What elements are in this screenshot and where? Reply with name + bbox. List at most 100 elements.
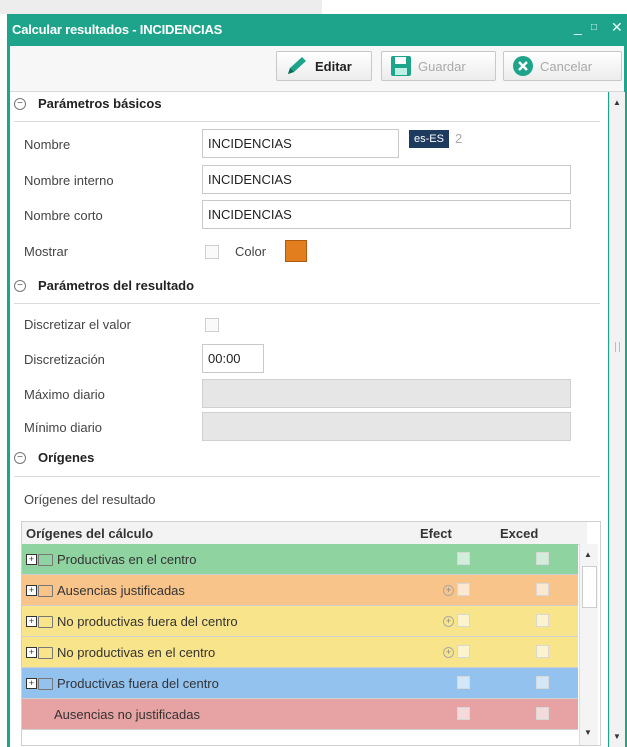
exced-checkbox[interactable] — [536, 583, 549, 596]
expand-icon[interactable]: + — [26, 554, 37, 565]
nombre-label: Nombre — [24, 137, 71, 152]
language-badge[interactable]: es-ES — [409, 130, 449, 148]
collapse-icon[interactable]: − — [14, 451, 26, 464]
color-picker[interactable] — [285, 240, 307, 262]
row-label: No productivas en el centro — [57, 645, 216, 660]
discretizar-checkbox[interactable] — [205, 318, 219, 332]
close-icon[interactable]: ✕ — [611, 19, 623, 36]
grid-header: Orígenes del cálculo Efect Exced — [22, 522, 587, 545]
scroll-down-icon[interactable]: ▼ — [613, 732, 621, 741]
section-origins[interactable]: − Orígenes — [14, 450, 94, 465]
maximize-icon[interactable]: □ — [591, 22, 597, 33]
save-button[interactable]: Guardar — [381, 51, 496, 81]
table-row[interactable]: Ausencias no justificadas — [22, 699, 578, 730]
exced-checkbox[interactable] — [536, 676, 549, 689]
efect-checkbox[interactable] — [457, 583, 470, 596]
exced-checkbox[interactable] — [536, 552, 549, 565]
nombre-corto-input[interactable]: INCIDENCIAS — [202, 200, 571, 229]
scroll-thumb[interactable] — [582, 566, 597, 608]
efect-checkbox[interactable] — [457, 552, 470, 565]
efect-checkbox[interactable] — [457, 614, 470, 627]
folder-icon — [38, 647, 53, 659]
table-row[interactable]: + No productivas fuera del centro + — [22, 606, 578, 637]
section-basic[interactable]: − Parámetros básicos — [14, 96, 162, 111]
scroll-down-icon[interactable]: ▼ — [584, 728, 592, 737]
edit-label: Editar — [315, 58, 352, 74]
add-icon[interactable]: + — [443, 647, 454, 658]
exced-checkbox[interactable] — [536, 707, 549, 720]
color-label: Color — [235, 244, 267, 259]
nombre-interno-input[interactable]: INCIDENCIAS — [202, 165, 571, 194]
section-origins-title: Orígenes — [38, 450, 95, 465]
nombre-corto-label: Nombre corto — [24, 208, 103, 223]
expand-icon[interactable]: + — [26, 678, 37, 689]
background-strip — [0, 0, 322, 14]
origins-subtitle: Orígenes del resultado — [24, 492, 156, 507]
discretizacion-input[interactable]: 00:00 — [202, 344, 264, 373]
divider — [14, 476, 600, 477]
exced-checkbox[interactable] — [536, 645, 549, 658]
efect-checkbox[interactable] — [457, 645, 470, 658]
cancel-button[interactable]: Cancelar — [503, 51, 622, 81]
discretizacion-label: Discretización — [24, 352, 105, 367]
mostrar-checkbox[interactable] — [205, 245, 219, 259]
expand-icon[interactable]: + — [26, 616, 37, 627]
row-label: Productivas fuera del centro — [57, 676, 219, 691]
section-result[interactable]: − Parámetros del resultado — [14, 278, 194, 293]
expand-icon[interactable]: + — [26, 647, 37, 658]
column-header-efect[interactable]: Efect — [420, 526, 452, 541]
folder-icon — [38, 585, 53, 597]
table-row[interactable]: + Ausencias justificadas + — [22, 575, 578, 606]
minimo-diario-input — [202, 412, 571, 441]
row-label: Productivas en el centro — [57, 552, 197, 567]
section-result-title: Parámetros del resultado — [38, 278, 195, 293]
grid-scrollbar[interactable]: ▲ ▼ — [579, 544, 598, 745]
expand-icon[interactable]: + — [26, 585, 37, 596]
title-bar[interactable]: Calcular resultados - INCIDENCIAS _ □ ✕ — [7, 14, 627, 46]
main-scrollbar[interactable]: ▲ ▼ — [609, 92, 625, 747]
add-icon[interactable]: + — [443, 585, 454, 596]
nombre-input[interactable]: INCIDENCIAS — [202, 129, 399, 158]
row-label: No productivas fuera del centro — [57, 614, 238, 629]
exced-checkbox[interactable] — [536, 614, 549, 627]
collapse-icon[interactable]: − — [14, 97, 26, 110]
form-content: − Parámetros básicos Nombre INCIDENCIAS … — [10, 92, 608, 747]
window-title: Calcular resultados - INCIDENCIAS — [12, 22, 223, 37]
language-count: 2 — [455, 131, 463, 146]
section-basic-title: Parámetros básicos — [38, 96, 162, 111]
table-row[interactable]: + Productivas en el centro — [22, 544, 578, 575]
collapse-icon[interactable]: − — [14, 279, 26, 292]
row-label: Ausencias no justificadas — [54, 707, 200, 722]
minimize-icon[interactable]: _ — [574, 19, 582, 35]
minimo-diario-label: Mínimo diario — [24, 420, 103, 435]
divider — [14, 121, 600, 122]
divider — [14, 303, 600, 304]
efect-checkbox[interactable] — [457, 676, 470, 689]
folder-icon — [38, 616, 53, 628]
maximo-diario-label: Máximo diario — [24, 387, 105, 402]
scroll-up-icon[interactable]: ▲ — [584, 550, 592, 559]
scroll-grip-icon[interactable] — [615, 342, 620, 352]
mostrar-label: Mostrar — [24, 244, 69, 259]
table-row[interactable]: + Productivas fuera del centro — [22, 668, 578, 699]
cancel-label: Cancelar — [540, 58, 593, 74]
toolbar: Editar Guardar Cancelar — [10, 46, 624, 92]
nombre-interno-label: Nombre interno — [24, 173, 114, 188]
dialog-window: Calcular resultados - INCIDENCIAS _ □ ✕ … — [7, 14, 627, 747]
folder-icon — [38, 554, 53, 566]
maximo-diario-input — [202, 379, 571, 408]
save-label: Guardar — [418, 58, 466, 74]
origins-grid: Orígenes del cálculo Efect Exced + Produc… — [21, 521, 601, 746]
table-row[interactable]: + No productivas en el centro + — [22, 637, 578, 668]
pencil-icon — [288, 57, 306, 74]
cancel-x-icon — [513, 56, 533, 76]
discretizar-label: Discretizar el valor — [24, 317, 131, 332]
add-icon[interactable]: + — [443, 616, 454, 627]
efect-checkbox[interactable] — [457, 707, 470, 720]
column-header-exced[interactable]: Exced — [500, 526, 538, 541]
edit-button[interactable]: Editar — [276, 51, 372, 81]
folder-icon — [38, 678, 53, 690]
column-header-name[interactable]: Orígenes del cálculo — [26, 526, 153, 541]
scroll-up-icon[interactable]: ▲ — [613, 98, 621, 107]
floppy-icon — [391, 56, 411, 76]
